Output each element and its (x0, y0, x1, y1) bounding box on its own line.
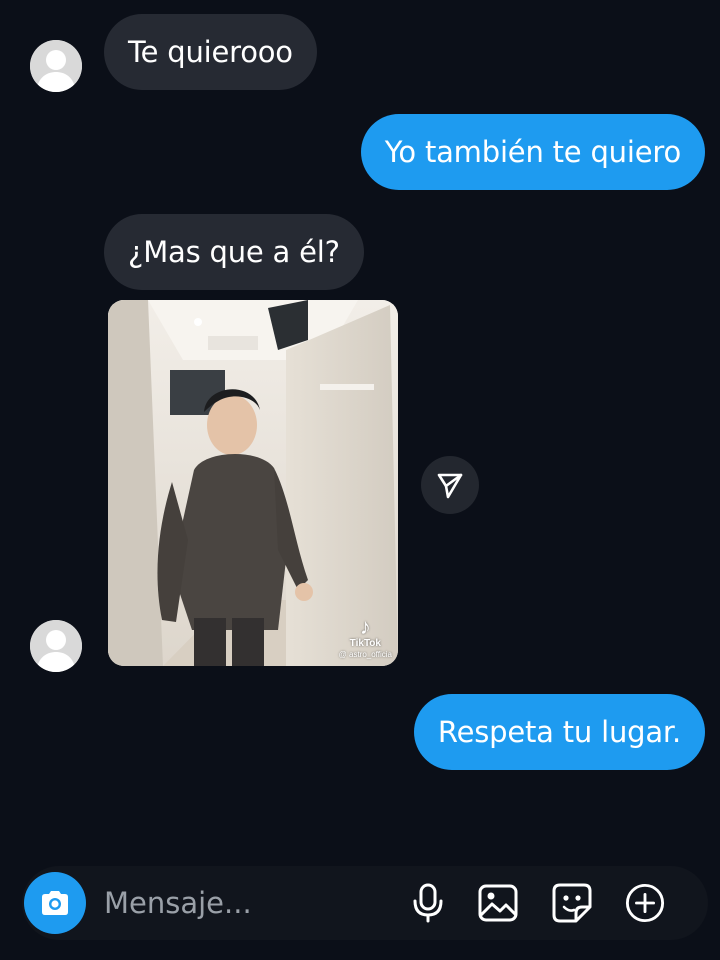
voice-button[interactable] (408, 883, 448, 923)
contact-avatar[interactable] (30, 620, 82, 672)
shared-video[interactable]: ♪ TikTok @ astro_officia (108, 300, 398, 666)
message-input[interactable] (104, 880, 394, 926)
camera-icon (42, 891, 68, 915)
add-button[interactable] (625, 883, 665, 923)
tiktok-watermark: ♪ TikTok @ astro_officia (339, 616, 392, 660)
message-text: Te quierooo (128, 35, 293, 69)
add-icon (625, 883, 665, 923)
microphone-icon (413, 883, 443, 923)
watermark-handle: @ astro_officia (338, 650, 392, 659)
video-thumbnail (108, 300, 398, 666)
tiktok-logo-icon: ♪ (359, 614, 371, 639)
send-icon (437, 473, 463, 499)
outgoing-message[interactable]: Respeta tu lugar. (413, 694, 705, 770)
camera-button[interactable] (24, 872, 86, 934)
message-composer (22, 866, 708, 940)
sticker-icon (552, 883, 592, 923)
message-text: ¿Mas que a él? (128, 235, 340, 269)
message-text: Respeta tu lugar. (437, 715, 681, 749)
gallery-icon (478, 884, 518, 922)
share-button[interactable] (421, 456, 479, 514)
incoming-message[interactable]: Te quierooo (104, 14, 317, 90)
watermark-brand: TikTok (349, 638, 381, 649)
default-avatar-icon (30, 620, 82, 672)
message-text: Yo también te quiero (384, 135, 681, 169)
incoming-message[interactable]: ¿Mas que a él? (104, 214, 364, 290)
sticker-button[interactable] (552, 883, 592, 923)
default-avatar-icon (30, 40, 82, 92)
outgoing-message[interactable]: Yo también te quiero (360, 114, 705, 190)
contact-avatar[interactable] (30, 40, 82, 92)
chat-screen: Te quierooo Yo también te quiero ¿Mas qu… (0, 0, 720, 960)
gallery-button[interactable] (478, 883, 518, 923)
